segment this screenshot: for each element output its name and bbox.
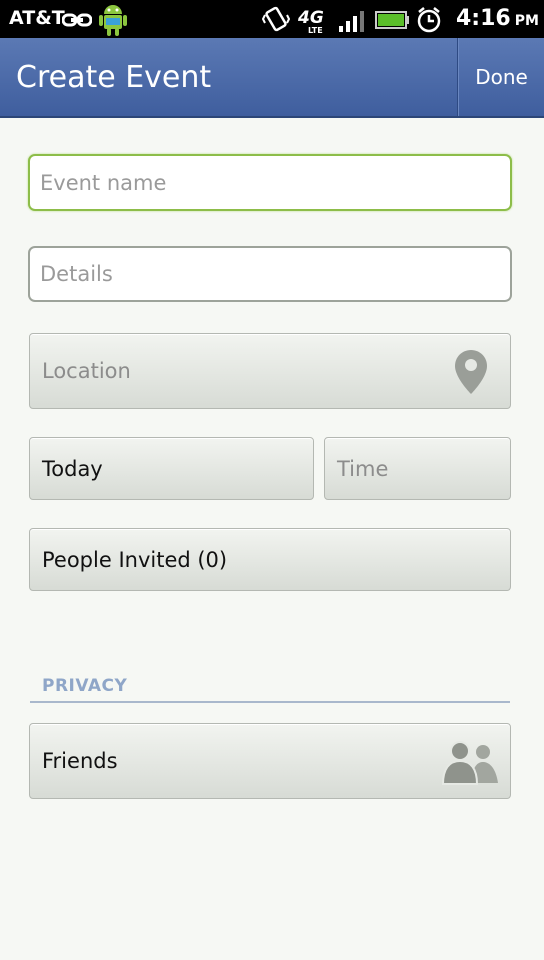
time-label: Time — [337, 456, 389, 481]
vibrate-icon — [261, 5, 291, 37]
location-button[interactable]: Location — [29, 333, 511, 409]
privacy-divider — [30, 701, 510, 703]
4g-lte-icon: 4G LTE — [297, 5, 330, 39]
location-label: Location — [42, 359, 131, 383]
event-name-field[interactable] — [28, 154, 512, 211]
friends-icon — [441, 739, 500, 789]
event-name-input[interactable] — [30, 156, 510, 209]
android-icon — [96, 0, 130, 42]
privacy-section-header: PRIVACY — [42, 676, 128, 696]
action-bar-divider — [457, 38, 458, 116]
svg-text:LTE: LTE — [308, 26, 323, 35]
alarm-icon — [416, 6, 442, 38]
privacy-button[interactable]: Friends — [29, 723, 511, 799]
privacy-value-label: Friends — [42, 749, 118, 773]
time-button[interactable]: Time — [324, 437, 511, 500]
carrier-label: AT&T — [9, 7, 65, 29]
battery-icon — [374, 10, 410, 34]
date-button[interactable]: Today — [29, 437, 314, 500]
people-invited-label: People Invited (0) — [42, 547, 228, 572]
date-label: Today — [42, 456, 103, 481]
page-title: Create Event — [16, 60, 212, 95]
signal-icon — [338, 10, 366, 36]
people-invited-button[interactable]: People Invited (0) — [29, 528, 511, 591]
location-pin-icon — [453, 348, 489, 400]
link-icon — [61, 12, 93, 31]
action-bar: Create Event Done — [0, 38, 544, 118]
status-bar: AT&T 4G LTE 4:16 PM — [0, 0, 544, 38]
details-field[interactable] — [28, 246, 512, 302]
details-input[interactable] — [30, 248, 510, 300]
done-button[interactable]: Done — [459, 38, 544, 116]
clock-label: 4:16 PM — [456, 6, 539, 31]
create-event-screen: AT&T 4G LTE 4:16 PM Create Event Done Ev… — [0, 0, 544, 960]
svg-text:4G: 4G — [298, 8, 324, 28]
